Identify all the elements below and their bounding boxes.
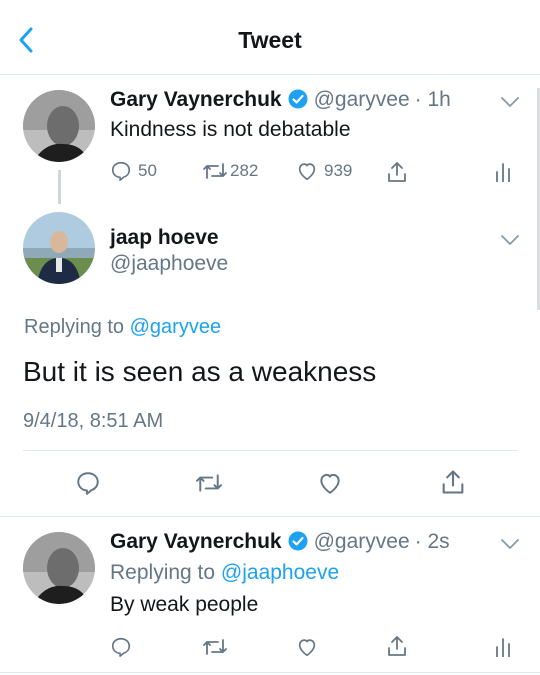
tweet-timestamp: 9/4/18, 8:51 AM (23, 410, 164, 432)
analytics-button[interactable] (494, 637, 512, 657)
heart-icon (320, 473, 340, 494)
like-button[interactable]: 939 (296, 160, 352, 182)
replying-to: Replying to @garyvee (24, 316, 221, 339)
reply-button[interactable] (110, 636, 132, 658)
author-name[interactable]: Gary Vaynerchuk (110, 530, 282, 553)
analytics-icon (496, 638, 510, 657)
reply-count: 50 (138, 161, 157, 180)
retweet-button[interactable] (202, 636, 228, 658)
share-icon (442, 470, 464, 494)
retweet-icon (203, 639, 227, 655)
page-title: Tweet (238, 27, 302, 53)
top-bar: Tweet (0, 0, 540, 75)
reply-button[interactable] (75, 470, 101, 496)
replying-to-handle-link[interactable]: @garyvee (130, 316, 221, 338)
like-button[interactable] (296, 636, 318, 658)
avatar[interactable] (23, 212, 95, 284)
reply-button[interactable]: 50 (110, 160, 157, 182)
share-button[interactable] (386, 160, 408, 184)
chevron-down-icon[interactable] (500, 96, 520, 108)
retweet-icon (196, 474, 222, 492)
share-button[interactable] (386, 634, 408, 658)
author-handle[interactable]: @garyvee (314, 88, 410, 111)
tweet-time: · 1h (414, 88, 451, 111)
analytics-button[interactable] (494, 162, 512, 182)
author-name[interactable]: jaap hoeve (110, 226, 219, 250)
tweet-text: By weak people (110, 593, 259, 616)
heart-icon (298, 163, 316, 181)
share-icon (388, 162, 406, 182)
reply-icon (111, 637, 131, 657)
chevron-down-icon[interactable] (500, 234, 520, 246)
replying-to-label: Replying to (24, 316, 130, 338)
replying-to: Replying to @jaaphoeve (110, 561, 339, 585)
author-handle[interactable]: @garyvee (314, 530, 410, 553)
author-handle[interactable]: @jaaphoeve (110, 252, 228, 276)
thread-connector (58, 170, 61, 204)
replying-to-label: Replying to (110, 561, 221, 584)
author-name[interactable]: Gary Vaynerchuk (110, 88, 282, 111)
tweet-time: · 2s (414, 530, 450, 553)
chevron-down-icon[interactable] (500, 538, 520, 550)
share-icon (388, 636, 406, 656)
tweet-header: Gary Vaynerchuk @garyvee · 1h (110, 88, 451, 112)
tweet-text: Kindness is not debatable (110, 118, 351, 141)
divider (0, 516, 540, 517)
tweet-header: Gary Vaynerchuk @garyvee · 2s (110, 530, 450, 554)
reply-icon (111, 161, 131, 181)
divider (0, 672, 540, 673)
verified-badge-icon (288, 89, 308, 109)
share-button[interactable] (440, 468, 466, 496)
verified-badge-icon (288, 531, 308, 551)
retweet-button[interactable]: 282 (202, 160, 258, 182)
like-button[interactable] (316, 470, 344, 496)
like-count: 939 (324, 161, 353, 180)
retweet-icon (203, 163, 227, 179)
analytics-icon (496, 163, 510, 182)
retweet-button[interactable] (194, 471, 224, 495)
replying-to-handle-link[interactable]: @jaaphoeve (221, 561, 339, 584)
avatar[interactable] (23, 532, 95, 604)
retweet-count: 282 (230, 161, 259, 180)
avatar[interactable] (23, 90, 95, 162)
heart-icon (298, 639, 316, 657)
tweet-text: But it is seen as a weakness (23, 356, 377, 387)
reply-icon (77, 472, 99, 495)
divider (23, 450, 517, 451)
